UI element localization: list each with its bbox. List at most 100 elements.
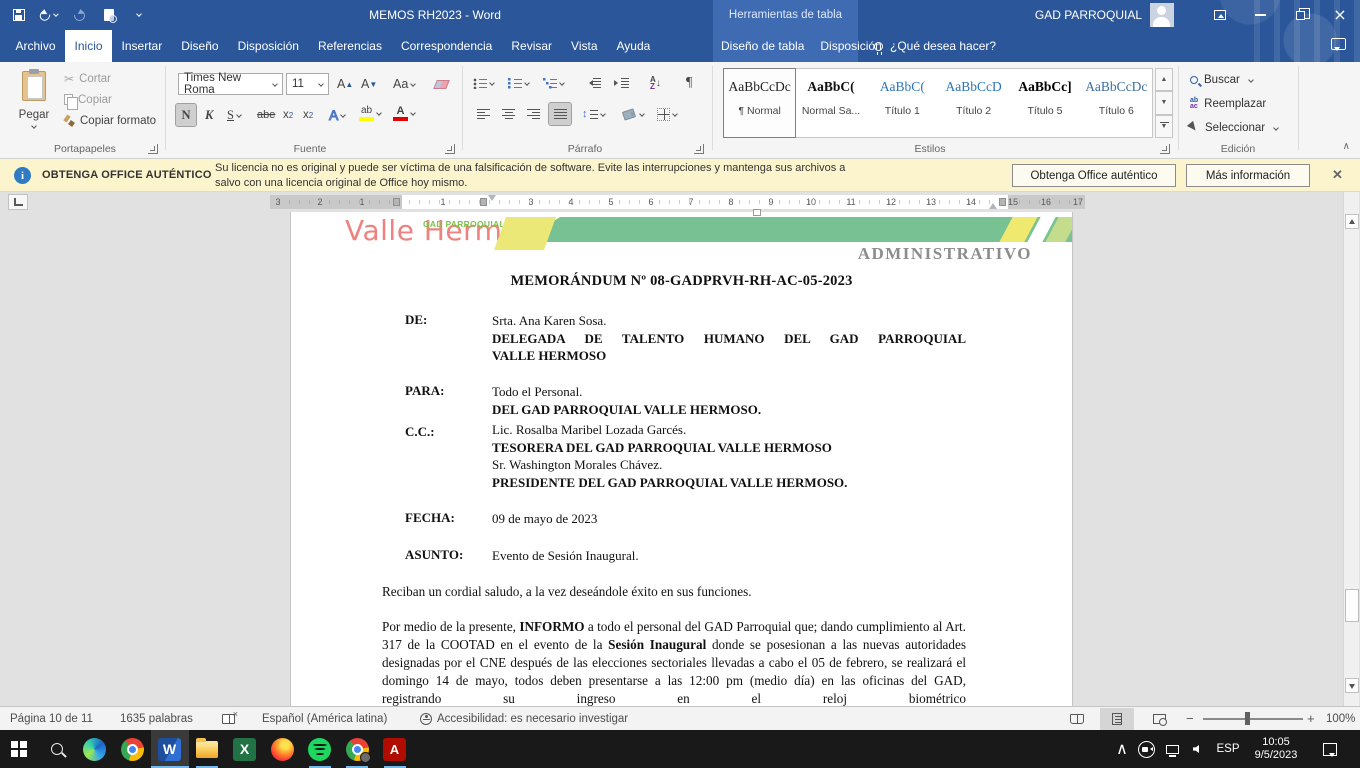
show-paragraph-marks-button[interactable]: ¶ xyxy=(684,72,694,94)
italic-button[interactable]: K xyxy=(202,104,216,126)
taskbar-chrome-icon[interactable] xyxy=(113,730,151,768)
close-icon[interactable]: × xyxy=(1320,0,1360,30)
taskbar-excel-icon[interactable]: X xyxy=(226,730,264,768)
taskbar-acrobat-icon[interactable]: A xyxy=(376,730,414,768)
paste-button[interactable]: Pegar xyxy=(8,67,60,151)
table-column-marker-icon[interactable] xyxy=(480,198,487,206)
styles-dialog-launcher-icon[interactable] xyxy=(1160,144,1170,154)
tab-revisar[interactable]: Revisar xyxy=(502,30,562,62)
context-tab-diseno-de-tabla[interactable]: Diseño de tabla xyxy=(713,30,812,62)
table-column-marker-icon[interactable] xyxy=(393,198,400,206)
zoom-in-icon[interactable]: + xyxy=(1307,707,1315,730)
zoom-slider-thumb[interactable] xyxy=(1245,712,1250,725)
font-family-select[interactable]: Times New Roma xyxy=(178,73,283,95)
change-case-button[interactable]: Aa xyxy=(390,73,418,95)
tab-selector[interactable] xyxy=(8,194,28,210)
style-titulo-5[interactable]: AaBbCc]Título 5 xyxy=(1009,69,1080,137)
taskbar-start-icon[interactable] xyxy=(0,730,38,768)
undo-icon[interactable] xyxy=(40,5,58,25)
justify-button[interactable] xyxy=(549,103,571,125)
proofing-status[interactable] xyxy=(222,707,235,730)
tray-chevron-up-icon[interactable]: ∧ xyxy=(1112,730,1132,768)
align-left-button[interactable] xyxy=(475,103,492,125)
style-normal-sa-[interactable]: AaBbC(Normal Sa... xyxy=(795,69,866,137)
multilevel-list-button[interactable] xyxy=(541,72,566,94)
meet-now-icon[interactable] xyxy=(1134,730,1158,768)
sort-button[interactable]: AZ↓ xyxy=(648,72,663,94)
font-color-button[interactable]: A xyxy=(390,102,418,124)
styles-gallery-more-icon[interactable]: ▼ xyxy=(1155,115,1173,138)
scrollbar-thumb[interactable] xyxy=(1345,589,1359,622)
paragraph-dialog-launcher-icon[interactable] xyxy=(694,144,704,154)
tab-insertar[interactable]: Insertar xyxy=(112,30,172,62)
copy-button[interactable]: Copiar xyxy=(64,89,156,110)
tab-archivo[interactable]: Archivo xyxy=(6,30,65,62)
borders-button[interactable] xyxy=(655,103,679,125)
style-titulo-6[interactable]: AaBbCcDcTítulo 6 xyxy=(1081,69,1152,137)
get-genuine-office-button[interactable]: Obtenga Office auténtico xyxy=(1012,164,1176,187)
action-center-icon[interactable] xyxy=(1316,730,1344,768)
scroll-up-icon[interactable] xyxy=(1345,214,1359,229)
cut-button[interactable]: ✂Cortar xyxy=(64,68,156,89)
tab-referencias[interactable]: Referencias xyxy=(308,30,391,62)
accessibility-status[interactable]: Accesibilidad: es necesario investigar xyxy=(420,707,628,730)
select-button[interactable]: Seleccionar xyxy=(1190,118,1278,138)
print-preview-icon[interactable] xyxy=(100,5,118,25)
text-effects-button[interactable]: A xyxy=(326,104,348,126)
restore-icon[interactable] xyxy=(1280,0,1320,30)
increase-indent-button[interactable] xyxy=(612,72,631,94)
styles-scroll-up-icon[interactable]: ▲ xyxy=(1155,68,1173,91)
bullets-button[interactable] xyxy=(471,72,496,94)
dismiss-warning-icon[interactable]: ✕ xyxy=(1332,167,1343,183)
signed-in-user[interactable]: GAD PARROQUIAL xyxy=(1035,8,1142,22)
subscript-button[interactable]: x2 xyxy=(280,104,296,126)
replace-button[interactable]: abacReemplazar xyxy=(1190,94,1266,114)
tab-vista[interactable]: Vista xyxy=(562,30,607,62)
align-right-button[interactable] xyxy=(525,103,542,125)
page-indicator[interactable]: Página 10 de 11 xyxy=(10,707,93,730)
print-layout-button[interactable] xyxy=(1100,708,1134,730)
ribbon-display-options-icon[interactable] xyxy=(1200,0,1240,30)
shading-button[interactable] xyxy=(621,103,646,125)
save-icon[interactable] xyxy=(10,5,28,25)
taskbar-spotify-icon[interactable] xyxy=(301,730,339,768)
taskbar-firefox-icon[interactable] xyxy=(263,730,301,768)
decrease-indent-button[interactable] xyxy=(584,72,603,94)
ruler-band[interactable]: 321134567891011121314151617 xyxy=(270,195,1085,209)
zoom-slider-track[interactable] xyxy=(1203,718,1303,720)
font-size-select[interactable]: 11 xyxy=(286,73,329,95)
keyboard-language[interactable]: ESP xyxy=(1213,730,1243,768)
language-indicator[interactable]: Español (América latina) xyxy=(262,707,387,730)
vertical-scrollbar[interactable] xyxy=(1343,192,1359,706)
more-info-button[interactable]: Más información xyxy=(1186,164,1310,187)
customize-quick-access-icon[interactable] xyxy=(130,5,148,25)
taskbar-explorer-icon[interactable] xyxy=(188,730,226,768)
tab-inicio[interactable]: Inicio xyxy=(65,30,112,62)
taskbar-edge-icon[interactable] xyxy=(76,730,114,768)
tab-disposicion[interactable]: Disposición xyxy=(228,30,308,62)
web-layout-button[interactable] xyxy=(1142,708,1176,730)
shrink-font-button[interactable]: A▼ xyxy=(358,73,380,95)
tell-me-box[interactable]: ¿Qué desea hacer? xyxy=(874,30,996,62)
style--normal[interactable]: AaBbCcDc¶ Normal xyxy=(724,69,795,137)
strikethrough-button[interactable]: abe xyxy=(254,104,278,126)
highlight-color-button[interactable]: ab xyxy=(356,102,384,124)
style-titulo-2[interactable]: AaBbCcDTítulo 2 xyxy=(938,69,1009,137)
superscript-button[interactable]: x2 xyxy=(300,104,316,126)
document-area[interactable]: Valle Hermoso GAD PARROQUIAL ADMINISTRAT… xyxy=(0,212,1360,706)
numbering-button[interactable] xyxy=(506,72,531,94)
align-center-button[interactable] xyxy=(500,103,517,125)
scroll-down-icon[interactable] xyxy=(1345,678,1359,693)
taskbar-search-icon[interactable] xyxy=(38,730,76,768)
document-page[interactable]: Valle Hermoso GAD PARROQUIAL ADMINISTRAT… xyxy=(291,212,1072,706)
clipboard-dialog-launcher-icon[interactable] xyxy=(148,144,158,154)
user-avatar[interactable] xyxy=(1150,3,1174,27)
tab-diseno[interactable]: Diseño xyxy=(172,30,228,62)
table-column-marker-icon[interactable] xyxy=(999,198,1006,206)
minimize-icon[interactable] xyxy=(1240,0,1280,30)
word-count[interactable]: 1635 palabras xyxy=(120,707,193,730)
zoom-out-icon[interactable]: − xyxy=(1186,707,1194,730)
network-icon[interactable] xyxy=(1160,730,1184,768)
style-titulo-1[interactable]: AaBbC(Título 1 xyxy=(867,69,938,137)
taskbar-word-icon[interactable]: W xyxy=(151,730,189,768)
